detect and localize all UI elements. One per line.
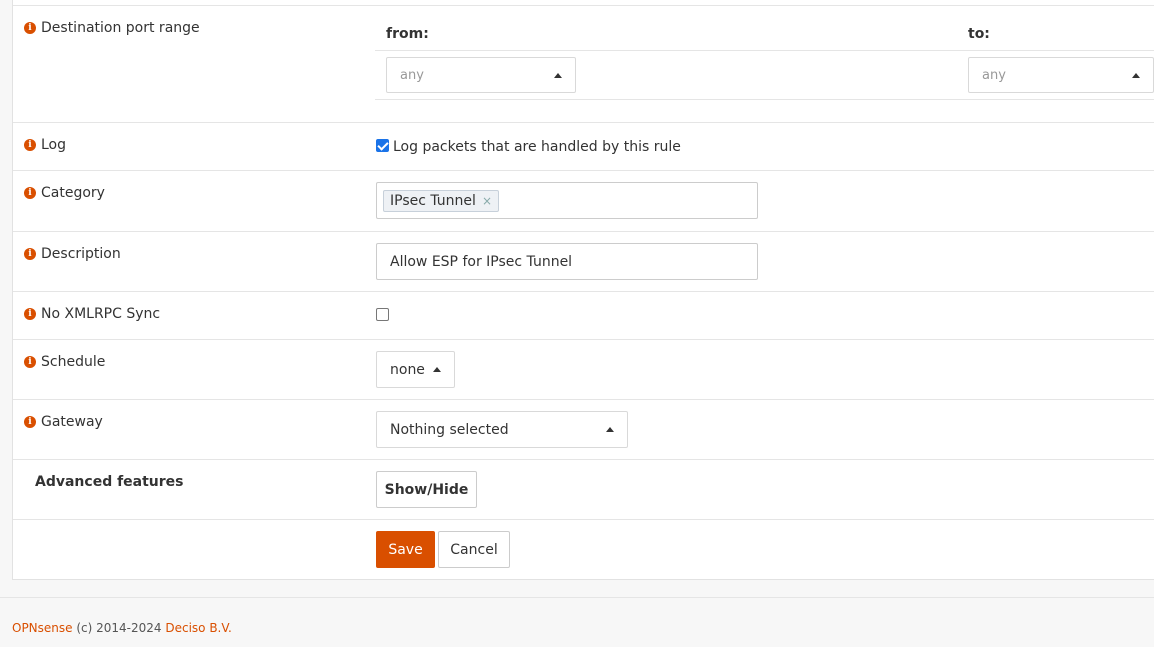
footer-copyright: (c) 2014-2024 xyxy=(72,621,166,635)
row-advanced-features: Advanced features Show/Hide xyxy=(13,460,1154,520)
schedule-value: none xyxy=(390,361,425,378)
schedule-label-text: Schedule xyxy=(41,354,106,370)
info-icon[interactable]: i xyxy=(24,248,36,260)
log-checkbox[interactable] xyxy=(376,139,389,152)
advanced-features-label: Advanced features xyxy=(35,474,184,490)
info-icon[interactable]: i xyxy=(24,22,36,34)
category-label: i Category xyxy=(24,185,105,201)
from-port-value: any xyxy=(400,67,424,83)
no-xmlrpc-sync-checkbox[interactable] xyxy=(376,308,389,321)
info-icon[interactable]: i xyxy=(24,308,36,320)
caret-up-icon xyxy=(433,367,441,372)
footer-divider xyxy=(0,597,1154,598)
remove-tag-icon[interactable]: × xyxy=(482,194,492,208)
caret-up-icon xyxy=(554,73,562,78)
gateway-select[interactable]: Nothing selected xyxy=(376,411,628,448)
info-icon[interactable]: i xyxy=(24,187,36,199)
caret-up-icon xyxy=(1132,73,1140,78)
row-schedule: i Schedule none xyxy=(13,340,1154,400)
rule-form-panel: i Destination port range from: to: any a… xyxy=(12,0,1154,580)
save-button[interactable]: Save xyxy=(376,531,435,568)
footer: OPNsense (c) 2014-2024 Deciso B.V. xyxy=(12,621,232,635)
show-hide-button[interactable]: Show/Hide xyxy=(376,471,477,508)
log-label: i Log xyxy=(24,137,66,153)
log-checkbox-text[interactable]: Log packets that are handled by this rul… xyxy=(393,139,681,155)
row-category: i Category IPsec Tunnel × xyxy=(13,171,1154,232)
port-range-header-divider xyxy=(375,50,1154,51)
no-xmlrpc-sync-label-text: No XMLRPC Sync xyxy=(41,306,161,322)
from-port-select[interactable]: any xyxy=(386,57,576,93)
info-icon[interactable]: i xyxy=(24,356,36,368)
category-tag-label: IPsec Tunnel xyxy=(390,192,476,209)
schedule-select[interactable]: none xyxy=(376,351,455,388)
gateway-label-text: Gateway xyxy=(41,414,103,430)
from-label: from: xyxy=(386,26,429,42)
to-port-select[interactable]: any xyxy=(968,57,1154,93)
description-label: i Description xyxy=(24,246,121,262)
description-input[interactable]: Allow ESP for IPsec Tunnel xyxy=(376,243,758,280)
to-label: to: xyxy=(968,26,990,42)
cancel-button[interactable]: Cancel xyxy=(438,531,510,568)
advanced-features-label-text: Advanced features xyxy=(35,474,184,490)
to-port-value: any xyxy=(982,67,1006,83)
row-gateway: i Gateway Nothing selected xyxy=(13,400,1154,460)
row-actions: Save Cancel xyxy=(13,520,1154,580)
schedule-label: i Schedule xyxy=(24,354,105,370)
row-no-xmlrpc-sync: i No XMLRPC Sync xyxy=(13,292,1154,340)
info-icon[interactable]: i xyxy=(24,139,36,151)
category-tag-input[interactable]: IPsec Tunnel × xyxy=(376,182,758,219)
log-label-text: Log xyxy=(41,137,67,153)
category-tag: IPsec Tunnel × xyxy=(383,189,499,212)
gateway-value: Nothing selected xyxy=(390,421,509,438)
row-description: i Description Allow ESP for IPsec Tunnel xyxy=(13,232,1154,292)
no-xmlrpc-sync-label: i No XMLRPC Sync xyxy=(24,306,160,322)
gateway-label: i Gateway xyxy=(24,414,103,430)
destination-port-range-label: i Destination port range xyxy=(24,20,200,36)
destination-port-range-text: Destination port range xyxy=(41,20,200,36)
deciso-link[interactable]: Deciso B.V. xyxy=(165,621,232,635)
category-label-text: Category xyxy=(41,185,105,201)
row-log: i Log Log packets that are handled by th… xyxy=(13,123,1154,171)
info-icon[interactable]: i xyxy=(24,416,36,428)
row-destination-port-range: i Destination port range from: to: any a… xyxy=(13,6,1154,123)
description-label-text: Description xyxy=(41,246,121,262)
caret-up-icon xyxy=(606,427,614,432)
opnsense-link[interactable]: OPNsense xyxy=(12,621,73,635)
description-value: Allow ESP for IPsec Tunnel xyxy=(390,253,573,270)
port-range-subtable: from: to: any any xyxy=(375,6,1154,100)
